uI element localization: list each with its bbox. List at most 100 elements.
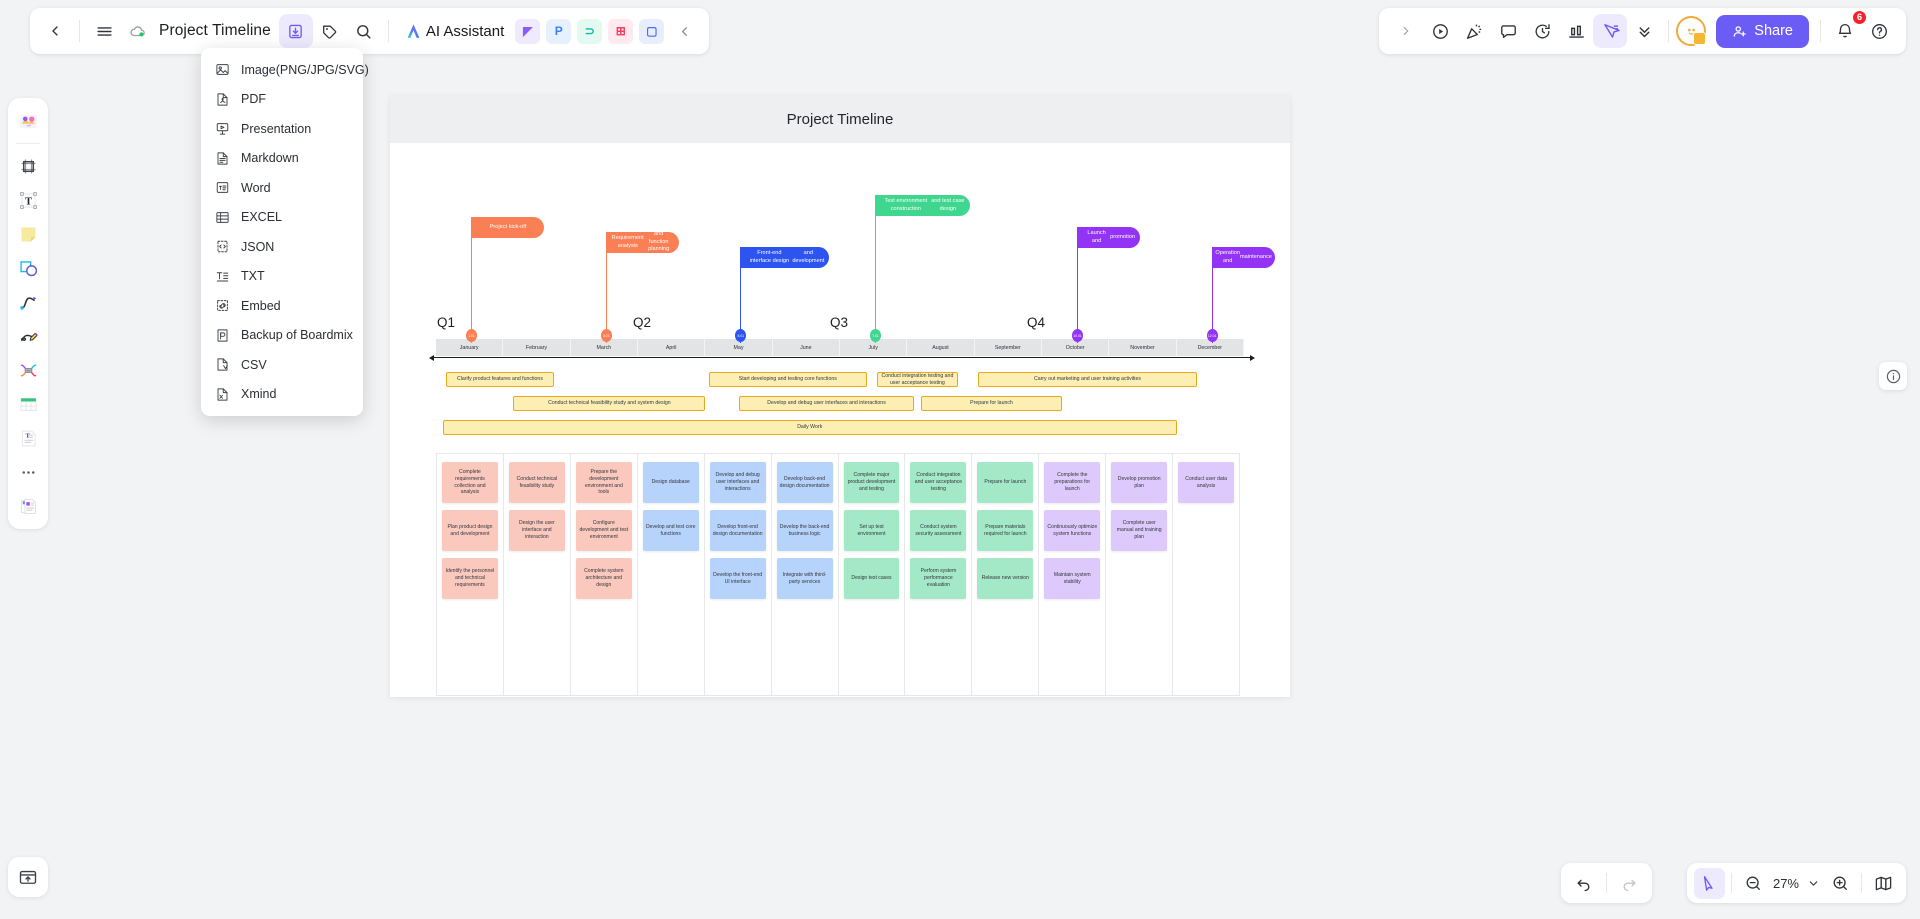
zoom-out-button[interactable] bbox=[1738, 868, 1769, 899]
task-card[interactable]: Develop the back-end business logic bbox=[776, 510, 833, 551]
pen-draw-tool[interactable] bbox=[12, 320, 44, 352]
task-card[interactable]: Develop and test core functions bbox=[642, 510, 699, 551]
task-card[interactable]: Perform system performance evaluation bbox=[910, 558, 967, 599]
task-card[interactable]: Conduct system security assessment bbox=[910, 510, 967, 551]
confetti-icon[interactable] bbox=[1457, 14, 1491, 48]
task-card[interactable]: Develop front-end design documentation bbox=[709, 510, 766, 551]
task-bar[interactable]: Start developing and testing core functi… bbox=[708, 372, 867, 387]
info-circle-icon[interactable] bbox=[1879, 362, 1907, 390]
table-app[interactable]: ⊞ bbox=[608, 18, 634, 44]
milestone-dot[interactable]: 7.01 bbox=[870, 329, 881, 342]
present-play-icon[interactable] bbox=[1423, 14, 1457, 48]
upload-file-tool[interactable] bbox=[8, 857, 48, 897]
minimap-button[interactable] bbox=[1868, 868, 1899, 899]
help-circle-icon[interactable] bbox=[1862, 14, 1896, 48]
chart-icon[interactable] bbox=[1559, 14, 1593, 48]
share-button[interactable]: Share bbox=[1716, 14, 1809, 48]
task-card[interactable]: Conduct technical feasibility study bbox=[508, 462, 565, 503]
export-menu-item-embed[interactable]: Embed bbox=[201, 291, 363, 321]
export-menu-item-pdf[interactable]: PDF bbox=[201, 85, 363, 115]
export-menu-item-image-png-jpg-svg[interactable]: Image(PNG/JPG/SVG) bbox=[201, 55, 369, 85]
document-title[interactable]: Project Timeline bbox=[155, 22, 279, 40]
task-card[interactable]: Prepare for launch bbox=[977, 462, 1034, 503]
avatar[interactable] bbox=[1676, 16, 1707, 46]
task-card[interactable]: Maintain system stability bbox=[1044, 558, 1101, 599]
more-tools[interactable] bbox=[12, 456, 44, 488]
cursor-select-button[interactable] bbox=[1693, 867, 1725, 899]
export-menu-item-txt[interactable]: TXT bbox=[201, 262, 363, 292]
chat-app[interactable]: ▢ bbox=[639, 18, 665, 44]
milestone-dot[interactable]: 1.01 bbox=[466, 329, 477, 342]
search-icon[interactable] bbox=[347, 14, 381, 48]
task-bar[interactable]: Develop and debug user interfaces and in… bbox=[739, 396, 915, 411]
task-card[interactable]: Prepare materials required for launch bbox=[977, 510, 1034, 551]
task-card[interactable]: Develop and debug user interfaces and in… bbox=[709, 462, 766, 503]
task-bar[interactable]: Conduct technical feasibility study and … bbox=[513, 396, 706, 411]
table-tool[interactable] bbox=[12, 388, 44, 420]
export-menu-item-word[interactable]: Word bbox=[201, 173, 363, 203]
zoom-in-button[interactable] bbox=[1824, 868, 1855, 899]
connector-tool[interactable] bbox=[12, 286, 44, 318]
task-card[interactable]: Complete user manual and training plan bbox=[1111, 510, 1168, 551]
sticky-note-tool[interactable] bbox=[12, 218, 44, 250]
presentation-app[interactable]: P bbox=[546, 18, 572, 44]
task-card[interactable]: Plan product design and development bbox=[442, 510, 498, 551]
task-card[interactable]: Set up test environment bbox=[843, 510, 900, 551]
notifications-button[interactable]: 6 bbox=[1828, 10, 1867, 48]
timer-icon[interactable] bbox=[1525, 14, 1559, 48]
task-card[interactable]: Integrate with third-party services bbox=[776, 558, 833, 599]
comment-icon[interactable] bbox=[1491, 14, 1525, 48]
task-card[interactable]: Continuously optimize system functions bbox=[1044, 510, 1101, 551]
zoom-dropdown-button[interactable] bbox=[1803, 868, 1823, 899]
expand-toolbar-button[interactable] bbox=[1389, 14, 1423, 48]
task-card[interactable]: Complete the preparations for launch bbox=[1044, 462, 1101, 503]
milestone-dot[interactable]: 12.01 bbox=[1206, 329, 1218, 342]
task-card[interactable]: Complete requirements collection and ana… bbox=[442, 462, 498, 503]
cursor-select-icon[interactable] bbox=[1593, 14, 1628, 48]
task-card[interactable]: Design database bbox=[642, 462, 699, 503]
milestone-dot[interactable]: 10.01 bbox=[1072, 329, 1083, 342]
canvas-board[interactable]: Project Timeline Q1 Q2 Q3 Q4 January February… bbox=[390, 96, 1290, 697]
export-menu-item-markdown[interactable]: Markdown bbox=[201, 144, 363, 174]
assets-tool[interactable] bbox=[12, 490, 44, 522]
task-card[interactable]: Conduct user data analysis bbox=[1178, 462, 1235, 503]
export-menu-item-xmind[interactable]: Xmind bbox=[201, 380, 363, 410]
task-bar[interactable]: Conduct integration testing and user acc… bbox=[877, 372, 958, 387]
collapse-toolbar-button[interactable] bbox=[667, 14, 701, 48]
milestone-flag[interactable]: Front-end interface design and developmen… bbox=[741, 247, 830, 268]
export-menu-item-presentation[interactable]: Presentation bbox=[201, 114, 363, 144]
milestone-flag[interactable]: Requirement analysis and function plannin… bbox=[606, 231, 679, 253]
tag-icon[interactable] bbox=[313, 14, 347, 48]
task-card[interactable]: Develop promotion plan bbox=[1111, 462, 1168, 503]
redo-button[interactable] bbox=[1614, 868, 1645, 899]
task-card[interactable]: Release new version bbox=[977, 558, 1034, 599]
task-card[interactable]: Prepare the development environment and … bbox=[575, 462, 632, 503]
task-card[interactable]: Identify the personnel and technical req… bbox=[442, 558, 498, 599]
task-card[interactable]: Configure development and test environme… bbox=[575, 510, 632, 551]
hamburger-menu-button[interactable] bbox=[87, 14, 121, 48]
task-card[interactable]: Complete major product development and t… bbox=[843, 462, 900, 503]
task-bar[interactable]: Carry out marketing and user training ac… bbox=[978, 372, 1197, 387]
zoom-level-value[interactable]: 27% bbox=[1770, 876, 1802, 891]
task-bar[interactable]: Clarify product features and functions bbox=[446, 372, 554, 387]
undo-button[interactable] bbox=[1568, 868, 1599, 899]
export-button[interactable] bbox=[278, 14, 313, 48]
frame-tool[interactable] bbox=[12, 150, 44, 182]
milestone-dot[interactable]: 3.01 bbox=[600, 329, 612, 342]
task-card[interactable]: Conduct integration and user acceptance … bbox=[910, 462, 967, 503]
task-bar[interactable]: Prepare for launch bbox=[920, 396, 1063, 411]
ai-assistant-button[interactable]: AI Assistant bbox=[396, 14, 512, 48]
chevron-double-down-icon[interactable] bbox=[1627, 14, 1661, 48]
task-card[interactable]: Complete system architecture and design bbox=[575, 558, 632, 599]
templates-tool[interactable] bbox=[12, 105, 44, 137]
milestone-flag[interactable]: Project kick-off bbox=[472, 217, 544, 238]
task-card[interactable]: Develop the front-end UI interface bbox=[709, 558, 766, 599]
mindmap-app[interactable]: ⊃ bbox=[577, 18, 603, 44]
task-card[interactable]: Design test cases bbox=[843, 558, 900, 599]
export-menu-item-csv[interactable]: CSV bbox=[201, 350, 363, 380]
export-menu-item-excel[interactable]: EXCEL bbox=[201, 203, 363, 233]
task-card[interactable]: Develop back-end design documentation bbox=[776, 462, 833, 503]
export-menu-item-backup-of-boardmix[interactable]: Backup of Boardmix bbox=[201, 321, 363, 351]
export-menu-item-json[interactable]: JSON bbox=[201, 232, 363, 262]
task-bar[interactable]: Daily Work bbox=[442, 420, 1177, 435]
